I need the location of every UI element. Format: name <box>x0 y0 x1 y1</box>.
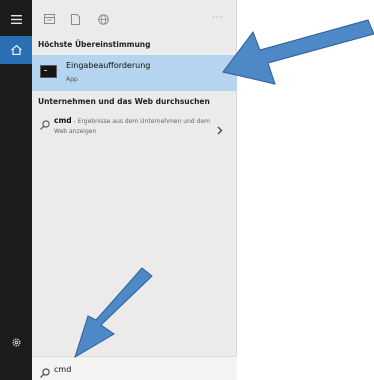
best-match-heading: Höchste Übereinstimmung <box>38 40 151 49</box>
command-prompt-icon <box>40 65 57 78</box>
hamburger-menu-button[interactable] <box>0 6 32 32</box>
apps-view-icon[interactable] <box>42 12 56 26</box>
more-options-button[interactable]: ··· <box>212 13 224 23</box>
hamburger-menu-icon <box>10 14 22 24</box>
search-results-panel: ··· Höchste Übereinstimmung Eingabeauffo… <box>32 0 237 380</box>
web-search-description: - Ergebnisse aus dem Unternehmen und dem… <box>54 118 210 135</box>
home-button[interactable] <box>0 36 32 64</box>
documents-icon[interactable] <box>68 12 82 26</box>
settings-button[interactable] <box>0 328 32 356</box>
chevron-right-icon[interactable] <box>217 120 223 139</box>
search-box-icon <box>40 363 50 380</box>
annotation-arrow-right <box>222 19 374 85</box>
web-search-result[interactable]: cmd - Ergebnisse aus dem Unternehmen und… <box>32 112 237 146</box>
settings-gear-icon <box>11 337 21 347</box>
start-menu-rail <box>0 0 32 380</box>
web-search-query: cmd <box>54 116 72 125</box>
search-box[interactable] <box>32 356 237 380</box>
search-input[interactable] <box>54 362 224 376</box>
search-icon <box>40 115 50 134</box>
best-match-title: Eingabeaufforderung <box>66 61 151 70</box>
best-match-type: App <box>66 76 78 83</box>
web-search-text: cmd - Ergebnisse aus dem Unternehmen und… <box>54 116 224 137</box>
web-search-heading: Unternehmen und das Web durchsuchen <box>38 97 210 106</box>
web-globe-icon[interactable] <box>96 12 110 26</box>
search-filter-bar: ··· <box>32 0 237 34</box>
best-match-result[interactable]: Eingabeaufforderung App <box>32 55 237 91</box>
home-icon <box>10 45 22 55</box>
